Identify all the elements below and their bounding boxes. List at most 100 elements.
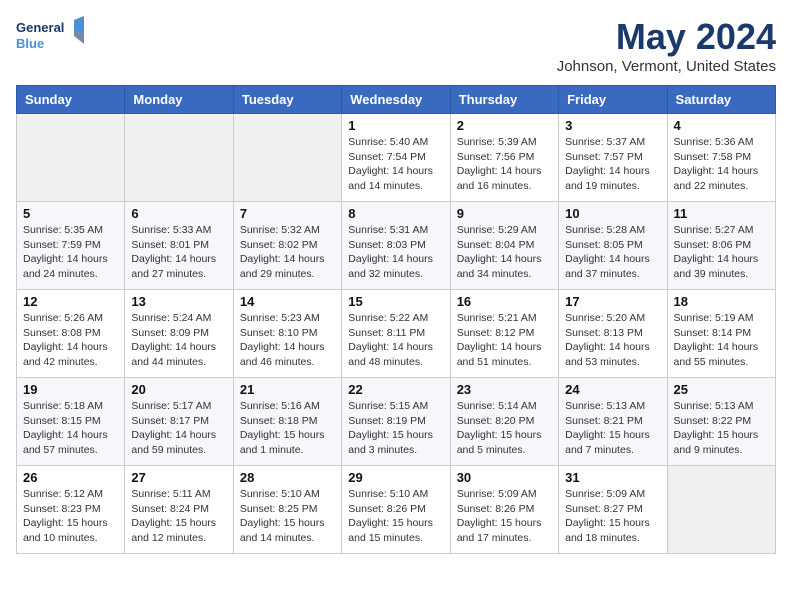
day-number: 8 <box>348 206 443 221</box>
calendar-cell: 28 Sunrise: 5:10 AMSunset: 8:25 PMDayligh… <box>233 466 341 554</box>
day-info: Sunrise: 5:36 AMSunset: 7:58 PMDaylight:… <box>674 135 769 194</box>
day-info: Sunrise: 5:16 AMSunset: 8:18 PMDaylight:… <box>240 399 335 458</box>
calendar-cell: 8 Sunrise: 5:31 AMSunset: 8:03 PMDaylight… <box>342 202 450 290</box>
day-number: 26 <box>23 470 118 485</box>
day-number: 16 <box>457 294 552 309</box>
location: Johnson, Vermont, United States <box>557 58 776 75</box>
day-info: Sunrise: 5:40 AMSunset: 7:54 PMDaylight:… <box>348 135 443 194</box>
day-info: Sunrise: 5:39 AMSunset: 7:56 PMDaylight:… <box>457 135 552 194</box>
column-header-monday: Monday <box>125 86 233 114</box>
day-number: 24 <box>565 382 660 397</box>
calendar-cell: 7 Sunrise: 5:32 AMSunset: 8:02 PMDaylight… <box>233 202 341 290</box>
day-number: 6 <box>131 206 226 221</box>
calendar-cell: 22 Sunrise: 5:15 AMSunset: 8:19 PMDayligh… <box>342 378 450 466</box>
calendar-cell: 18 Sunrise: 5:19 AMSunset: 8:14 PMDayligh… <box>667 290 775 378</box>
week-row-1: 1 Sunrise: 5:40 AMSunset: 7:54 PMDaylight… <box>17 114 776 202</box>
calendar-cell: 29 Sunrise: 5:10 AMSunset: 8:26 PMDayligh… <box>342 466 450 554</box>
day-info: Sunrise: 5:14 AMSunset: 8:20 PMDaylight:… <box>457 399 552 458</box>
calendar-cell: 27Sunrise: 5:11 AMSunset: 8:24 PMDayligh… <box>125 466 233 554</box>
day-info: Sunrise: 5:37 AMSunset: 7:57 PMDaylight:… <box>565 135 660 194</box>
calendar-cell: 26 Sunrise: 5:12 AMSunset: 8:23 PMDayligh… <box>17 466 125 554</box>
day-info: Sunrise: 5:10 AMSunset: 8:26 PMDaylight:… <box>348 487 443 546</box>
day-number: 22 <box>348 382 443 397</box>
day-number: 3 <box>565 118 660 133</box>
calendar-cell: 13Sunrise: 5:24 AMSunset: 8:09 PMDayligh… <box>125 290 233 378</box>
day-number: 11 <box>674 206 769 221</box>
calendar-cell: 12Sunrise: 5:26 AMSunset: 8:08 PMDayligh… <box>17 290 125 378</box>
day-number: 4 <box>674 118 769 133</box>
day-info: Sunrise: 5:10 AMSunset: 8:25 PMDaylight:… <box>240 487 335 546</box>
calendar-cell: 6 Sunrise: 5:33 AMSunset: 8:01 PMDaylight… <box>125 202 233 290</box>
calendar-cell <box>233 114 341 202</box>
calendar-cell: 17Sunrise: 5:20 AMSunset: 8:13 PMDayligh… <box>559 290 667 378</box>
calendar-cell: 21 Sunrise: 5:16 AMSunset: 8:18 PMDayligh… <box>233 378 341 466</box>
calendar-cell: 5 Sunrise: 5:35 AMSunset: 7:59 PMDaylight… <box>17 202 125 290</box>
day-info: Sunrise: 5:20 AMSunset: 8:13 PMDaylight:… <box>565 311 660 370</box>
day-number: 29 <box>348 470 443 485</box>
day-number: 2 <box>457 118 552 133</box>
calendar-cell: 30 Sunrise: 5:09 AMSunset: 8:26 PMDayligh… <box>450 466 558 554</box>
day-info: Sunrise: 5:26 AMSunset: 8:08 PMDaylight:… <box>23 311 118 370</box>
day-info: Sunrise: 5:31 AMSunset: 8:03 PMDaylight:… <box>348 223 443 282</box>
day-info: Sunrise: 5:19 AMSunset: 8:14 PMDaylight:… <box>674 311 769 370</box>
calendar-cell: 31 Sunrise: 5:09 AMSunset: 8:27 PMDayligh… <box>559 466 667 554</box>
column-header-wednesday: Wednesday <box>342 86 450 114</box>
svg-text:Blue: Blue <box>16 36 44 51</box>
day-number: 13 <box>131 294 226 309</box>
day-number: 18 <box>674 294 769 309</box>
calendar-cell <box>17 114 125 202</box>
day-info: Sunrise: 5:33 AMSunset: 8:01 PMDaylight:… <box>131 223 226 282</box>
calendar-cell: 9Sunrise: 5:29 AMSunset: 8:04 PMDaylight… <box>450 202 558 290</box>
day-info: Sunrise: 5:12 AMSunset: 8:23 PMDaylight:… <box>23 487 118 546</box>
week-row-5: 26 Sunrise: 5:12 AMSunset: 8:23 PMDayligh… <box>17 466 776 554</box>
calendar-cell <box>125 114 233 202</box>
day-number: 31 <box>565 470 660 485</box>
day-number: 28 <box>240 470 335 485</box>
day-number: 30 <box>457 470 552 485</box>
calendar-cell: 23 Sunrise: 5:14 AMSunset: 8:20 PMDayligh… <box>450 378 558 466</box>
day-number: 5 <box>23 206 118 221</box>
column-header-friday: Friday <box>559 86 667 114</box>
calendar-cell <box>667 466 775 554</box>
day-number: 21 <box>240 382 335 397</box>
page-header: General Blue May 2024 Johnson, Vermont, … <box>16 16 776 75</box>
day-info: Sunrise: 5:22 AMSunset: 8:11 PMDaylight:… <box>348 311 443 370</box>
calendar-cell: 24Sunrise: 5:13 AMSunset: 8:21 PMDayligh… <box>559 378 667 466</box>
month-title: May 2024 <box>557 16 776 58</box>
day-info: Sunrise: 5:23 AMSunset: 8:10 PMDaylight:… <box>240 311 335 370</box>
day-number: 25 <box>674 382 769 397</box>
calendar-cell: 15Sunrise: 5:22 AMSunset: 8:11 PMDayligh… <box>342 290 450 378</box>
day-info: Sunrise: 5:09 AMSunset: 8:26 PMDaylight:… <box>457 487 552 546</box>
day-info: Sunrise: 5:09 AMSunset: 8:27 PMDaylight:… <box>565 487 660 546</box>
day-number: 23 <box>457 382 552 397</box>
day-number: 14 <box>240 294 335 309</box>
day-info: Sunrise: 5:18 AMSunset: 8:15 PMDaylight:… <box>23 399 118 458</box>
day-info: Sunrise: 5:27 AMSunset: 8:06 PMDaylight:… <box>674 223 769 282</box>
calendar-cell: 16Sunrise: 5:21 AMSunset: 8:12 PMDayligh… <box>450 290 558 378</box>
day-info: Sunrise: 5:35 AMSunset: 7:59 PMDaylight:… <box>23 223 118 282</box>
calendar-cell: 4 Sunrise: 5:36 AMSunset: 7:58 PMDaylight… <box>667 114 775 202</box>
column-header-sunday: Sunday <box>17 86 125 114</box>
calendar-cell: 19 Sunrise: 5:18 AMSunset: 8:15 PMDayligh… <box>17 378 125 466</box>
day-info: Sunrise: 5:13 AMSunset: 8:22 PMDaylight:… <box>674 399 769 458</box>
day-info: Sunrise: 5:17 AMSunset: 8:17 PMDaylight:… <box>131 399 226 458</box>
svg-text:General: General <box>16 20 64 35</box>
calendar-cell: 3 Sunrise: 5:37 AMSunset: 7:57 PMDaylight… <box>559 114 667 202</box>
day-number: 20 <box>131 382 226 397</box>
day-info: Sunrise: 5:29 AMSunset: 8:04 PMDaylight:… <box>457 223 552 282</box>
day-number: 7 <box>240 206 335 221</box>
logo: General Blue <box>16 16 86 56</box>
calendar-cell: 11 Sunrise: 5:27 AMSunset: 8:06 PMDayligh… <box>667 202 775 290</box>
day-number: 10 <box>565 206 660 221</box>
day-info: Sunrise: 5:11 AMSunset: 8:24 PMDaylight:… <box>131 487 226 546</box>
day-info: Sunrise: 5:15 AMSunset: 8:19 PMDaylight:… <box>348 399 443 458</box>
calendar-cell: 25 Sunrise: 5:13 AMSunset: 8:22 PMDayligh… <box>667 378 775 466</box>
column-header-tuesday: Tuesday <box>233 86 341 114</box>
calendar-cell: 14 Sunrise: 5:23 AMSunset: 8:10 PMDayligh… <box>233 290 341 378</box>
day-info: Sunrise: 5:32 AMSunset: 8:02 PMDaylight:… <box>240 223 335 282</box>
day-number: 1 <box>348 118 443 133</box>
calendar-table: SundayMondayTuesdayWednesdayThursdayFrid… <box>16 85 776 554</box>
week-row-3: 12Sunrise: 5:26 AMSunset: 8:08 PMDayligh… <box>17 290 776 378</box>
day-number: 19 <box>23 382 118 397</box>
title-block: May 2024 Johnson, Vermont, United States <box>557 16 776 75</box>
